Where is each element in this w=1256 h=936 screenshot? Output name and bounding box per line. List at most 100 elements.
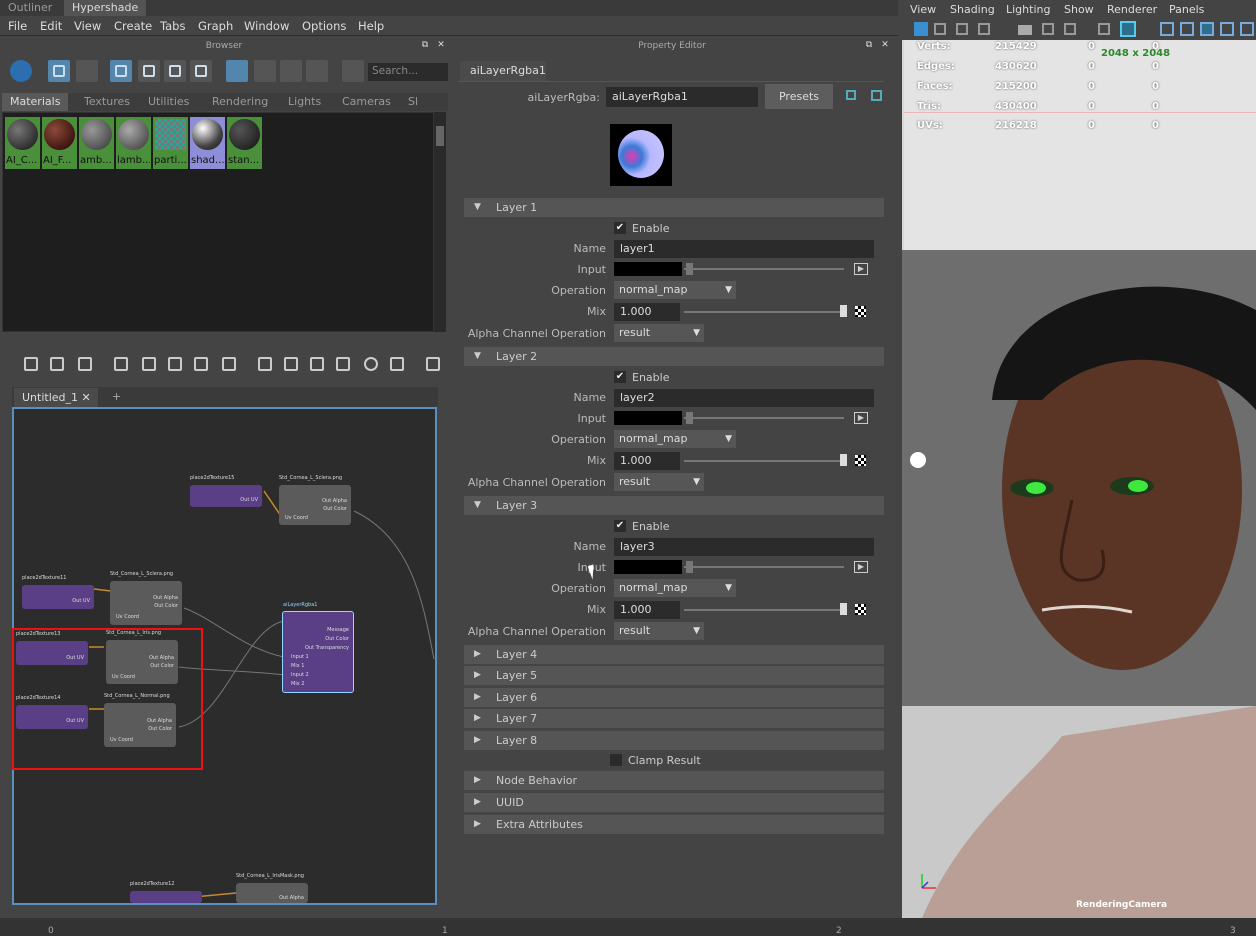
- tab-outliner[interactable]: Outliner: [0, 0, 60, 16]
- map-button-icon[interactable]: ▶: [854, 263, 868, 275]
- tab-cameras[interactable]: Cameras: [334, 93, 399, 111]
- clamp-result-checkbox[interactable]: [610, 754, 622, 766]
- tab-textures[interactable]: Textures: [76, 93, 138, 111]
- input-connections-icon[interactable]: [24, 357, 38, 371]
- node-irismask-file[interactable]: Std_Cornea_L_IrisMask.png Out Alpha: [236, 873, 308, 903]
- bookmark-icon[interactable]: [956, 23, 968, 35]
- texture-map-icon[interactable]: [855, 455, 866, 466]
- slider-handle[interactable]: [840, 454, 847, 466]
- material-swatch[interactable]: parti...: [153, 117, 188, 169]
- enable-checkbox[interactable]: ✔: [614, 520, 626, 532]
- mix-slider[interactable]: [684, 311, 844, 313]
- section-layer-5[interactable]: ▶ Layer 5: [464, 666, 884, 685]
- menu-window[interactable]: Window: [244, 19, 289, 33]
- slider-handle[interactable]: [686, 561, 693, 573]
- node-ailayerrgba[interactable]: aiLayerRgba1 Message Out Color Out Transpar…: [282, 602, 354, 693]
- mix-field[interactable]: 1.000: [614, 303, 680, 321]
- menu-create[interactable]: Create: [114, 19, 152, 33]
- menu-renderer[interactable]: Renderer: [1107, 3, 1157, 16]
- section-layer-2[interactable]: ▼ Layer 2: [464, 347, 884, 366]
- operation-dropdown[interactable]: normal_map ▼: [614, 281, 736, 299]
- tab-utilities[interactable]: Utilities: [140, 93, 197, 111]
- view-icon[interactable]: [48, 60, 70, 82]
- sort-time-icon[interactable]: [280, 60, 302, 82]
- mix-field[interactable]: 1.000: [614, 601, 680, 619]
- alpha-operation-dropdown[interactable]: result ▼: [614, 622, 704, 640]
- operation-dropdown[interactable]: normal_map ▼: [614, 579, 736, 597]
- section-layer-4[interactable]: ▶ Layer 4: [464, 645, 884, 664]
- menu-options[interactable]: Options: [302, 19, 346, 33]
- input-slider[interactable]: [684, 417, 844, 419]
- menu-tabs[interactable]: Tabs: [160, 19, 185, 33]
- search-icon[interactable]: [364, 357, 378, 371]
- menu-lighting[interactable]: Lighting: [1006, 3, 1050, 16]
- close-icon[interactable]: ✕: [880, 40, 890, 50]
- list-view-icon[interactable]: [76, 60, 98, 82]
- section-layer-3[interactable]: ▼ Layer 3: [464, 496, 884, 515]
- menu-panels[interactable]: Panels: [1169, 3, 1204, 16]
- show-icon[interactable]: [846, 90, 856, 100]
- close-icon[interactable]: ✕: [436, 40, 446, 50]
- material-swatch[interactable]: stan...: [227, 117, 262, 169]
- section-layer-1[interactable]: ▼ Layer 1: [464, 198, 884, 217]
- icon-size-xl-icon[interactable]: [190, 60, 212, 82]
- selection-icon[interactable]: [342, 60, 364, 82]
- input-color-swatch[interactable]: [614, 560, 682, 574]
- float-icon[interactable]: ⧉: [420, 40, 430, 50]
- section-layer-7[interactable]: ▶ Layer 7: [464, 709, 884, 728]
- menu-help[interactable]: Help: [358, 19, 384, 33]
- slider-handle[interactable]: [686, 412, 693, 424]
- scrollbar[interactable]: [434, 112, 446, 332]
- graph-layout-icon[interactable]: [142, 357, 156, 371]
- material-swatch[interactable]: lamb...: [116, 117, 151, 169]
- shadows-icon[interactable]: [1240, 22, 1254, 36]
- image-plane-icon[interactable]: [978, 23, 990, 35]
- node-place2d-texture-11[interactable]: place2dTexture11 Out UV: [22, 575, 94, 609]
- timeline[interactable]: 0 1 2 3: [0, 918, 1256, 936]
- custom-mode-icon[interactable]: [336, 357, 350, 371]
- snapshot-icon[interactable]: [390, 357, 404, 371]
- material-swatch[interactable]: AI_C...: [5, 117, 40, 169]
- select-camera-icon[interactable]: [914, 22, 928, 36]
- material-swatch[interactable]: shad...: [190, 117, 225, 169]
- lighting-icon[interactable]: [1220, 22, 1234, 36]
- xray-icon[interactable]: [1098, 23, 1110, 35]
- section-uuid[interactable]: ▶ UUID: [464, 793, 884, 812]
- node-name-field[interactable]: aiLayerRgba1: [606, 87, 758, 107]
- input-slider[interactable]: [684, 268, 844, 270]
- menu-file[interactable]: File: [8, 19, 27, 33]
- tab-lights[interactable]: Lights: [280, 93, 329, 111]
- search-input[interactable]: Search...: [368, 63, 448, 81]
- simple-mode-icon[interactable]: [258, 357, 272, 371]
- map-button-icon[interactable]: ▶: [854, 412, 868, 424]
- section-layer-8[interactable]: ▶ Layer 8: [464, 731, 884, 750]
- alpha-operation-dropdown[interactable]: result ▼: [614, 324, 704, 342]
- output-connections-icon[interactable]: [78, 357, 92, 371]
- menu-edit[interactable]: Edit: [40, 19, 62, 33]
- section-extra-attributes[interactable]: ▶ Extra Attributes: [464, 815, 884, 834]
- add-tab-button[interactable]: +: [112, 390, 121, 403]
- film-gate-icon[interactable]: [1064, 23, 1076, 35]
- refresh-icon[interactable]: [306, 60, 328, 82]
- slider-handle[interactable]: [840, 603, 847, 615]
- camera-icon[interactable]: [1018, 25, 1032, 35]
- node-sclera-file-2[interactable]: Std_Cornea_L_Sclera.png Out Alpha Out Colo…: [110, 571, 182, 625]
- isolate-select-icon[interactable]: [1120, 21, 1136, 37]
- connected-mode-icon[interactable]: [284, 357, 298, 371]
- alpha-operation-dropdown[interactable]: result ▼: [614, 473, 704, 491]
- texture-map-icon[interactable]: [855, 306, 866, 317]
- slider-handle[interactable]: [686, 263, 693, 275]
- icon-size-large-icon[interactable]: [164, 60, 186, 82]
- operation-dropdown[interactable]: normal_map ▼: [614, 430, 736, 448]
- in-out-connections-icon[interactable]: [50, 357, 64, 371]
- presets-button[interactable]: Presets: [765, 84, 833, 109]
- float-icon[interactable]: ⧉: [864, 40, 874, 50]
- tab-hypershade[interactable]: Hypershade: [64, 0, 147, 16]
- section-layer-6[interactable]: ▶ Layer 6: [464, 688, 884, 707]
- map-button-icon[interactable]: ▶: [854, 561, 868, 573]
- sort-type-icon[interactable]: [254, 60, 276, 82]
- slider-handle[interactable]: [840, 305, 847, 317]
- mix-field[interactable]: 1.000: [614, 452, 680, 470]
- node-place2d-texture-12[interactable]: place2dTexture12: [130, 881, 202, 903]
- menu-view[interactable]: View: [910, 3, 936, 16]
